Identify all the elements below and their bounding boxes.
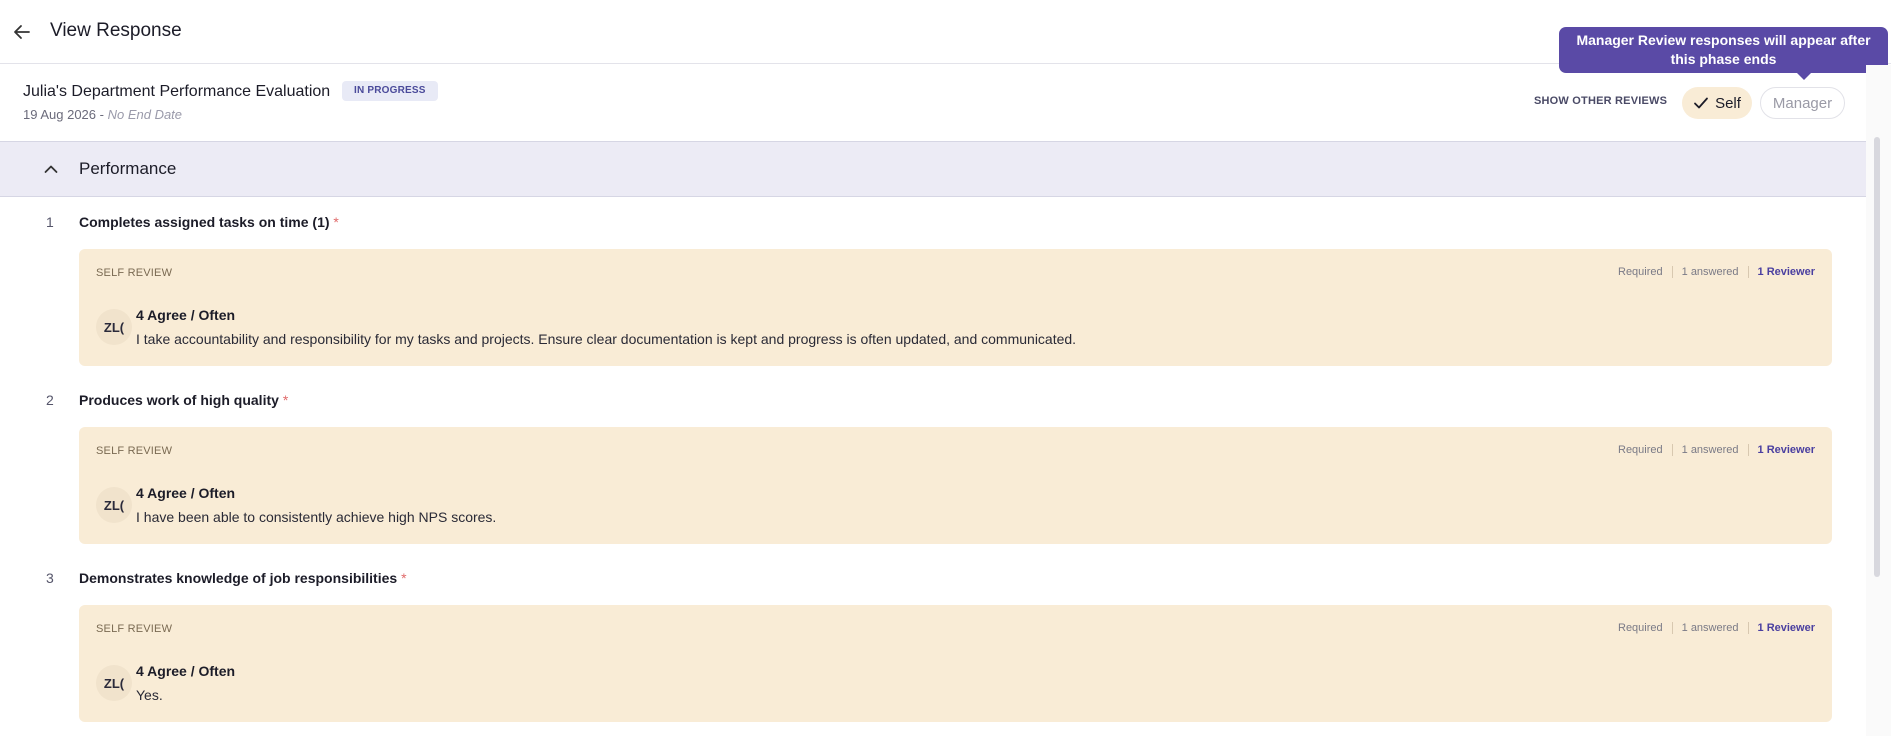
end-date: No End Date <box>107 107 183 122</box>
review-meta: Required 1 answered 1 Reviewer <box>1618 622 1815 634</box>
question-number: 1 <box>46 214 54 230</box>
check-icon <box>1694 97 1708 109</box>
page-title: View Response <box>50 20 182 41</box>
show-other-reviews-label: SHOW OTHER REVIEWS <box>1534 95 1668 107</box>
scroll-thumb[interactable] <box>1874 137 1880 577</box>
manager-filter-chip[interactable]: Manager <box>1760 87 1845 119</box>
back-button[interactable] <box>8 18 36 46</box>
status-badge: IN PROGRESS <box>342 81 438 101</box>
avatar: ZL( <box>96 665 132 701</box>
evaluation-header: Julia's Department Performance Evaluatio… <box>0 65 1866 141</box>
self-chip-label: Self <box>1715 94 1741 112</box>
meta-divider <box>1747 622 1749 634</box>
self-review-card: SELF REVIEW Required 1 answered 1 Review… <box>79 427 1832 544</box>
avatar: ZL( <box>96 487 132 523</box>
reviewer-link[interactable]: 1 Reviewer <box>1758 444 1815 456</box>
rating-value: 4 Agree / Often <box>136 307 236 323</box>
answered-count: 1 answered <box>1681 444 1739 456</box>
collapse-button[interactable] <box>40 158 62 180</box>
self-filter-chip[interactable]: Self <box>1682 87 1752 119</box>
question-number: 3 <box>46 570 54 586</box>
arrow-left-icon <box>14 25 30 39</box>
review-comment: I take accountability and responsibility… <box>136 331 1077 347</box>
chevron-up-icon <box>44 165 58 173</box>
rating-value: 4 Agree / Often <box>136 485 236 501</box>
answered-count: 1 answered <box>1681 266 1739 278</box>
evaluation-title: Julia's Department Performance Evaluatio… <box>23 83 331 100</box>
meta-divider <box>1671 266 1673 278</box>
self-review-card: SELF REVIEW Required 1 answered 1 Review… <box>79 605 1832 722</box>
question-label: Completes assigned tasks on time (1) <box>79 214 330 230</box>
question-label: Demonstrates knowledge of job responsibi… <box>79 570 398 586</box>
answered-count: 1 answered <box>1681 622 1739 634</box>
meta-divider <box>1747 266 1749 278</box>
review-type-label: SELF REVIEW <box>96 445 173 457</box>
question-number: 2 <box>46 392 54 408</box>
review-comment: I have been able to consistently achieve… <box>136 509 497 525</box>
manager-review-tooltip: Manager Review responses will appear aft… <box>1559 27 1888 80</box>
required-mark: * <box>333 214 339 230</box>
reviewer-link[interactable]: 1 Reviewer <box>1758 266 1815 278</box>
date-range: 19 Aug 2026 - No End Date <box>23 107 182 122</box>
manager-chip-label: Manager <box>1772 94 1833 112</box>
section-performance[interactable]: Performance <box>0 141 1866 197</box>
reviewer-link[interactable]: 1 Reviewer <box>1758 622 1815 634</box>
review-comment: Yes. <box>136 687 163 703</box>
review-meta: Required 1 answered 1 Reviewer <box>1618 266 1815 278</box>
rating-value: 4 Agree / Often <box>136 663 236 679</box>
required-mark: * <box>401 570 407 586</box>
avatar: ZL( <box>96 309 132 345</box>
meta-divider <box>1747 444 1749 456</box>
review-type-label: SELF REVIEW <box>96 623 173 635</box>
scrollbar[interactable] <box>1866 65 1891 736</box>
question-text: Produces work of high quality * <box>79 392 288 408</box>
question-text: Completes assigned tasks on time (1) * <box>79 214 339 230</box>
required-label: Required <box>1618 444 1663 456</box>
start-date: 19 Aug 2026 <box>23 107 97 122</box>
question-text: Demonstrates knowledge of job responsibi… <box>79 570 407 586</box>
date-separator: - <box>96 107 108 122</box>
meta-divider <box>1671 444 1673 456</box>
question-label: Produces work of high quality <box>79 392 279 408</box>
section-title: Performance <box>79 159 177 178</box>
meta-divider <box>1671 622 1673 634</box>
review-meta: Required 1 answered 1 Reviewer <box>1618 444 1815 456</box>
required-label: Required <box>1618 266 1663 278</box>
required-mark: * <box>282 392 289 408</box>
review-type-label: SELF REVIEW <box>96 267 173 279</box>
required-label: Required <box>1618 622 1663 634</box>
self-review-card: SELF REVIEW Required 1 answered 1 Review… <box>79 249 1832 366</box>
